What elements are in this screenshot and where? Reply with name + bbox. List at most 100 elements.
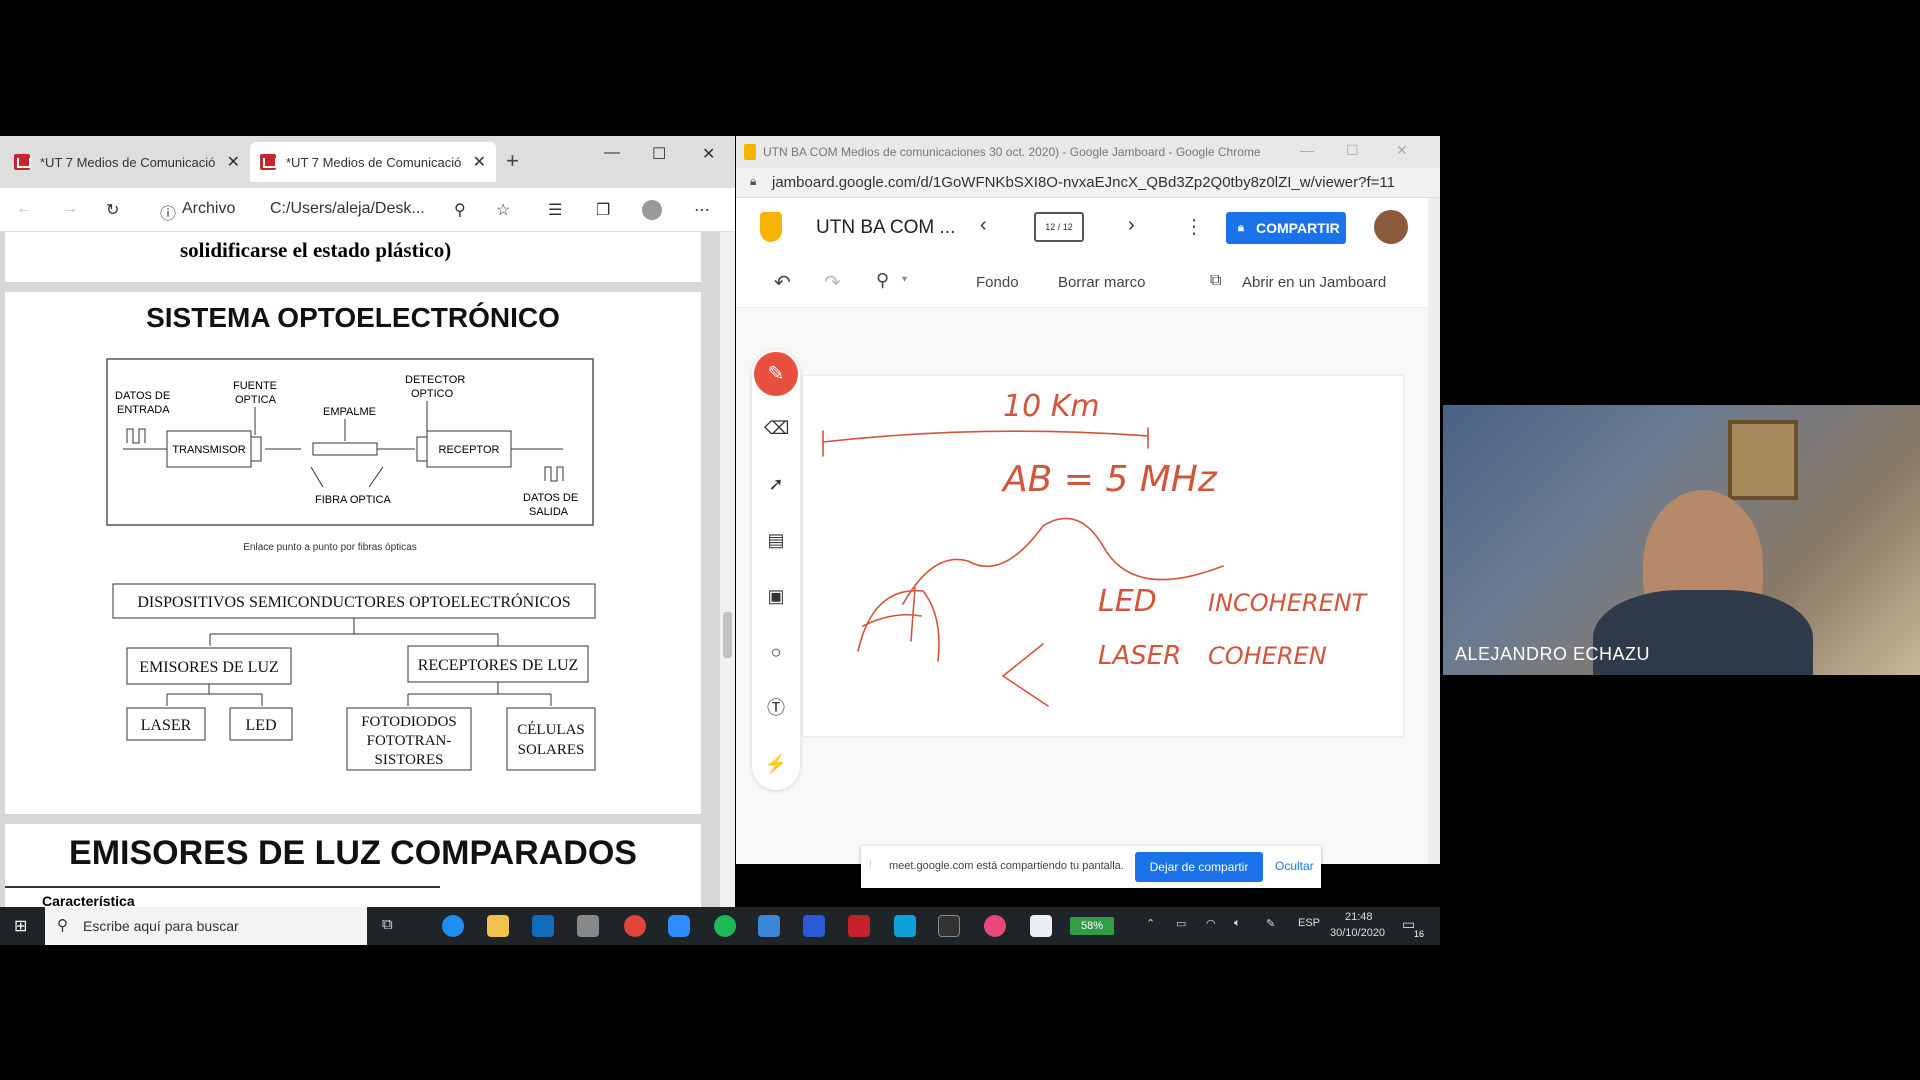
tree-celulas-1: CÉLULAS xyxy=(517,721,585,738)
outlook-icon[interactable] xyxy=(532,915,554,937)
hide-button[interactable]: Ocultar xyxy=(1275,859,1314,873)
tab-label: *UT 7 Medios de Comunicació xyxy=(286,154,462,170)
volume-icon[interactable]: 🔈︎ xyxy=(1234,917,1241,930)
sticky-note-icon[interactable]: ▤ xyxy=(764,528,788,552)
frame-counter[interactable]: 12 / 12 xyxy=(1034,212,1084,242)
zoom-icon[interactable]: ⚲ xyxy=(876,270,889,291)
battery-indicator[interactable]: 58% xyxy=(1070,917,1114,935)
dispersion-curve xyxy=(857,587,940,662)
redo-icon[interactable]: ↷ xyxy=(824,270,841,295)
more-options-icon[interactable]: ⋮ xyxy=(1184,214,1204,239)
chevron-up-icon[interactable]: ⌃ xyxy=(1146,917,1155,930)
back-icon[interactable]: ← xyxy=(16,200,32,218)
jam-frame[interactable]: 10 Km AB = 5 MHz LED INCOHERENT LASER CO… xyxy=(803,376,1403,736)
clock-date[interactable]: 30/10/2020 xyxy=(1330,927,1385,939)
chrome-scrollbar[interactable] xyxy=(1428,198,1440,864)
document-app-icon[interactable] xyxy=(1030,915,1052,937)
table-rule xyxy=(5,886,440,888)
hw-incoherent: INCOHERENT xyxy=(1208,589,1369,617)
favorites-list-icon[interactable]: ☰ xyxy=(548,200,562,220)
stop-sharing-button[interactable]: Dejar de compartir xyxy=(1135,852,1263,882)
language-indicator[interactable]: ESP xyxy=(1298,917,1320,929)
abrir-jamboard-button[interactable]: Abrir en un Jamboard xyxy=(1242,274,1386,291)
hw-led: LED xyxy=(1098,584,1157,619)
maximize-icon[interactable]: ☐ xyxy=(1346,142,1359,159)
network-icon[interactable]: ▭ xyxy=(1176,917,1186,930)
url-text[interactable]: jamboard.google.com/d/1GoWFNKbSXI8O-nvxa… xyxy=(772,174,1395,191)
address-info-label[interactable]: Archivo xyxy=(182,200,235,218)
chrome-icon[interactable] xyxy=(624,915,646,937)
undo-icon[interactable]: ↶ xyxy=(774,270,791,295)
image-icon[interactable]: ▣ xyxy=(764,584,788,608)
task-view-icon[interactable]: ⧉ xyxy=(382,916,393,933)
window-close-icon[interactable]: ✕ xyxy=(1396,142,1408,159)
fondo-button[interactable]: Fondo xyxy=(976,274,1019,291)
share-button-label: COMPARTIR xyxy=(1256,220,1340,236)
tree-emisores: EMISORES DE LUZ xyxy=(139,659,279,676)
diagram-caption: Enlace punto a punto por fibras ópticas xyxy=(243,542,417,553)
participant-video-tile: ALEJANDRO ECHAZU xyxy=(1443,405,1920,675)
filezilla-icon[interactable] xyxy=(848,915,870,937)
pdf-scrollbar[interactable] xyxy=(720,232,735,907)
collections-icon[interactable]: ❐ xyxy=(596,200,610,220)
new-tab-icon[interactable]: + xyxy=(506,148,519,174)
circle-shape-icon[interactable]: ○ xyxy=(764,640,788,664)
jam-canvas-area: ✎ ⌫ ➚ ▤ ▣ ○ Ⓣ ⚡ 10 Km AB = 5 MHz LED INC… xyxy=(736,308,1428,864)
scroll-thumb[interactable] xyxy=(723,612,732,658)
next-frame-icon[interactable]: › xyxy=(1128,214,1135,237)
user-avatar[interactable] xyxy=(1374,210,1408,244)
maximize-icon[interactable]: ☐ xyxy=(652,144,666,164)
spotify-icon[interactable] xyxy=(714,915,736,937)
tab-pdf-2[interactable]: *UT 7 Medios de Comunicació ✕ xyxy=(250,142,496,182)
tree-led: LED xyxy=(245,717,276,734)
drag-handle-icon[interactable]: ⁞ xyxy=(869,859,872,871)
eraser-icon[interactable]: ⌫ xyxy=(764,416,789,440)
file-explorer-icon[interactable] xyxy=(487,915,509,937)
zoom-app-icon[interactable] xyxy=(668,915,690,937)
tree-foto-3: SISTORES xyxy=(375,752,444,768)
app-icon[interactable] xyxy=(577,915,599,937)
tree-root: DISPOSITIVOS SEMICONDUCTORES OPTOELECTRÓ… xyxy=(137,592,570,611)
mail-icon[interactable] xyxy=(803,915,825,937)
prev-frame-icon[interactable]: ‹ xyxy=(980,214,987,237)
laser-icon[interactable]: ⚡ xyxy=(764,752,788,776)
zoom-icon[interactable]: ⚲ xyxy=(454,200,466,220)
share-button[interactable]: 🔒︎ COMPARTIR xyxy=(1226,212,1346,244)
pen-icon[interactable]: ✎ xyxy=(1266,917,1275,930)
text-box-icon[interactable]: Ⓣ xyxy=(764,696,788,720)
tree-receptores: RECEPTORES DE LUZ xyxy=(418,657,579,674)
label-fuente-2: OPTICA xyxy=(235,394,277,406)
minimize-icon[interactable]: — xyxy=(604,144,620,162)
label-detector-1: DETECTOR xyxy=(405,374,465,386)
address-path[interactable]: C:/Users/aleja/Desk... xyxy=(270,200,425,218)
prev-page-text: solidificarse el estado plástico) xyxy=(180,238,452,262)
paint-icon[interactable] xyxy=(984,915,1006,937)
l-app-icon[interactable] xyxy=(758,915,780,937)
minimize-icon[interactable]: — xyxy=(1300,142,1314,158)
chrome-address-bar[interactable]: 🔒︎ jamboard.google.com/d/1GoWFNKbSXI8O-n… xyxy=(736,168,1440,198)
taskbar-search-box[interactable]: ⚲ Escribe aquí para buscar xyxy=(45,907,367,945)
pen-tool-icon[interactable]: ✎ xyxy=(754,352,798,396)
refresh-icon[interactable]: ↻ xyxy=(106,200,119,220)
wifi-icon[interactable]: ◠ xyxy=(1206,917,1216,930)
close-icon[interactable]: ✕ xyxy=(473,152,486,172)
profile-avatar[interactable] xyxy=(642,200,662,220)
skype-icon[interactable] xyxy=(894,915,916,937)
chevron-down-icon[interactable]: ▾ xyxy=(902,274,907,285)
forward-icon[interactable]: → xyxy=(62,200,78,218)
borrar-marco-button[interactable]: Borrar marco xyxy=(1058,274,1146,291)
device-tree-diagram: DISPOSITIVOS SEMICONDUCTORES OPTOELECTRÓ… xyxy=(112,583,596,771)
windows-start-icon[interactable]: ⊞ xyxy=(14,916,27,936)
more-icon[interactable]: ⋯ xyxy=(694,200,710,220)
wave-curve xyxy=(902,517,1224,605)
jam-title[interactable]: UTN BA COM ... xyxy=(816,217,955,239)
tab-pdf-1[interactable]: *UT 7 Medios de Comunicació ✕ xyxy=(4,142,250,182)
favorite-icon[interactable]: ☆ xyxy=(496,200,510,220)
clock-time[interactable]: 21:48 xyxy=(1345,911,1373,923)
select-icon[interactable]: ➚ xyxy=(764,472,788,496)
close-icon[interactable]: ✕ xyxy=(227,152,240,172)
jamboard-toolbar: ↶ ↷ ⚲ ▾ Fondo Borrar marco ⧉ Abrir en un… xyxy=(736,258,1440,308)
window-close-icon[interactable]: ✕ xyxy=(702,144,715,164)
terminal-icon[interactable] xyxy=(938,915,960,937)
edge-app-icon[interactable] xyxy=(442,915,464,937)
